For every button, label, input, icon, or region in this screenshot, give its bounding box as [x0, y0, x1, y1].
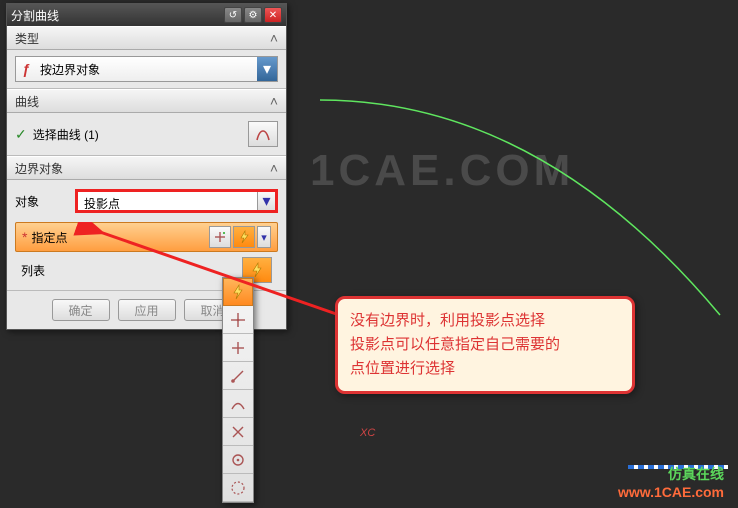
chevron-down-icon[interactable]: ▾: [257, 192, 275, 210]
section-label: 类型: [15, 30, 270, 47]
type-dropdown[interactable]: ƒ 按边界对象 ▾: [15, 56, 278, 82]
check-icon: ✓: [15, 126, 27, 143]
control-point-tool[interactable]: [223, 390, 253, 418]
chevron-up-icon: ˄: [270, 93, 278, 109]
chevron-up-icon: ˄: [270, 30, 278, 46]
object-value: 投影点: [78, 192, 257, 210]
quadrant-point-tool[interactable]: [223, 474, 253, 502]
section-header-boundary[interactable]: 边界对象 ˄: [7, 156, 286, 180]
section-header-curve[interactable]: 曲线 ˄: [7, 89, 286, 113]
inferred-point-tool[interactable]: [223, 278, 253, 306]
list-label: 列表: [21, 262, 240, 279]
watermark-small: 仿真在线 www.1CAE.com: [618, 464, 724, 500]
asterisk-icon: *: [22, 229, 27, 245]
section-header-type[interactable]: 类型 ˄: [7, 26, 286, 50]
panel-title: 分割曲线: [11, 7, 222, 24]
apply-button[interactable]: 应用: [118, 299, 176, 321]
watermark-stripe: [628, 465, 728, 469]
reset-button[interactable]: ↺: [224, 7, 242, 23]
arc-center-tool[interactable]: [223, 446, 253, 474]
object-dropdown[interactable]: 投影点 ▾: [75, 189, 278, 213]
intersection-tool[interactable]: [223, 418, 253, 446]
lightning-icon: [237, 230, 251, 244]
annotation-line: 没有边界时，利用投影点选择: [350, 309, 620, 333]
close-button[interactable]: ✕: [264, 7, 282, 23]
object-label: 对象: [15, 193, 75, 210]
section-label: 曲线: [15, 93, 270, 110]
specify-point-label: 指定点: [31, 229, 207, 246]
existing-point-tool[interactable]: [223, 334, 253, 362]
chevron-down-icon[interactable]: ▾: [257, 57, 277, 81]
panel-titlebar[interactable]: 分割曲线 ↺ ⚙ ✕: [7, 4, 286, 26]
watermark-large: 1CAE.COM: [310, 146, 574, 196]
curve-icon: [254, 125, 272, 143]
annotation-line: 点位置进行选择: [350, 357, 620, 381]
inferred-point-button[interactable]: [233, 226, 255, 248]
axis-label-xc: XC: [360, 427, 375, 439]
watermark-line2: www.1CAE.com: [618, 484, 724, 500]
annotation-line: 投影点可以任意指定自己需要的: [350, 333, 620, 357]
point-type-toolbar: [222, 277, 254, 503]
select-curve-label[interactable]: 选择曲线 (1): [33, 126, 248, 143]
chevron-up-icon: ˄: [270, 160, 278, 176]
point-plus-icon: [213, 230, 227, 244]
specify-point-row[interactable]: * 指定点 ▾: [15, 222, 278, 252]
curve-picker-button[interactable]: [248, 121, 278, 147]
curve-type-icon: ƒ: [16, 61, 36, 77]
endpoint-tool[interactable]: [223, 362, 253, 390]
lightning-icon: [249, 262, 265, 278]
section-label: 边界对象: [15, 160, 270, 177]
point-menu-dropdown[interactable]: ▾: [257, 226, 271, 248]
type-value: 按边界对象: [36, 61, 257, 78]
settings-button[interactable]: ⚙: [244, 7, 262, 23]
viewport-curve: [300, 40, 730, 340]
point-constructor-button[interactable]: [209, 226, 231, 248]
ok-button[interactable]: 确定: [52, 299, 110, 321]
annotation-callout: 没有边界时，利用投影点选择 投影点可以任意指定自己需要的 点位置进行选择: [335, 296, 635, 394]
cursor-point-tool[interactable]: [223, 306, 253, 334]
